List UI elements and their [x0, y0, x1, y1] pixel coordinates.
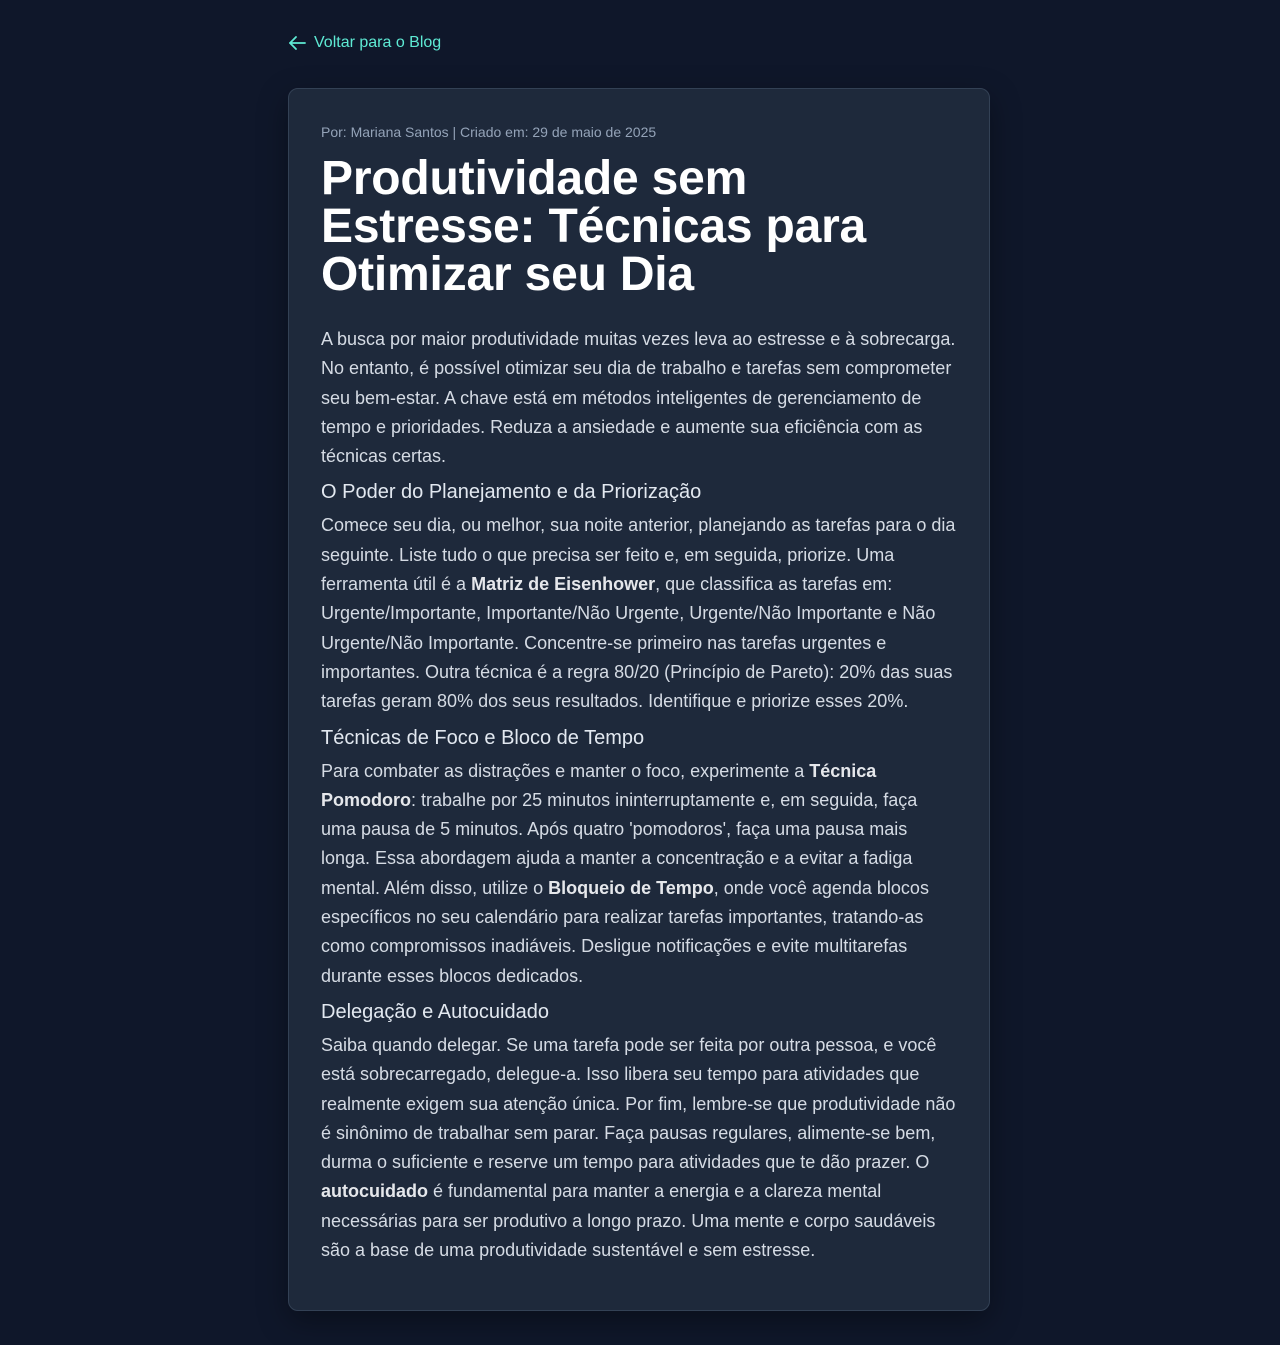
text-segment: Para combater as distrações e manter o f…: [321, 760, 810, 781]
section-body-planejamento: Comece seu dia, ou melhor, sua noite ant…: [321, 511, 957, 716]
text-segment: Saiba quando delegar. Se uma tarefa pode…: [321, 1034, 956, 1173]
arrow-left-icon: [288, 35, 306, 51]
section-heading-delegacao: Delegação e Autocuidado: [321, 1000, 549, 1023]
page: Voltar para o Blog Por: Mariana Santos |…: [0, 0, 1280, 1345]
section-body-delegacao: Saiba quando delegar. Se uma tarefa pode…: [321, 1031, 957, 1265]
post-meta: Por: Mariana Santos | Criado em: 29 de m…: [321, 124, 657, 140]
article-card: Por: Mariana Santos | Criado em: 29 de m…: [288, 88, 990, 1311]
post-title: Produtividade sem Estresse: Técnicas par…: [321, 152, 867, 301]
back-link-label[interactable]: Voltar para o Blog: [314, 33, 441, 53]
text-segment: , que classifica as tarefas em: Urgente/…: [321, 574, 953, 712]
section-body-foco: Para combater as distrações e manter o f…: [321, 757, 957, 991]
bold-term: Matriz de Eisenhower: [471, 574, 656, 595]
bold-term: Bloqueio de Tempo: [548, 877, 714, 898]
post-intro: A busca por maior produtividade muitas v…: [321, 329, 956, 467]
section-heading-planejamento: O Poder do Planejamento e da Priorização: [321, 481, 702, 504]
back-to-blog-link[interactable]: Voltar para o Blog: [288, 33, 441, 53]
bold-term: autocuidado: [321, 1181, 428, 1202]
section-heading-foco: Técnicas de Foco e Bloco de Tempo: [321, 726, 645, 749]
